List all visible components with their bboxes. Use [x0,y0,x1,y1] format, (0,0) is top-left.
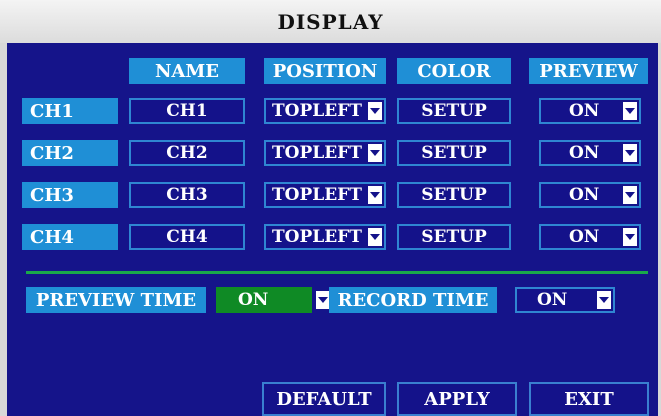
record-time-label: RECORD TIME [329,287,497,313]
chevron-down-icon [368,228,382,246]
preview-dropdown-ch1[interactable]: ON [539,98,641,124]
chevron-down-icon [623,228,637,246]
apply-button[interactable]: APPLY [397,382,517,416]
chevron-down-icon [316,291,330,309]
preview-value: ON [569,227,600,247]
color-setup-button-ch4[interactable]: SETUP [397,224,511,250]
position-dropdown-ch4[interactable]: TOPLEFT [264,224,386,250]
exit-button[interactable]: EXIT [529,382,649,416]
preview-dropdown-ch2[interactable]: ON [539,140,641,166]
preview-value: ON [569,185,600,205]
chevron-down-icon [368,102,382,120]
preview-time-dropdown[interactable]: ON [216,287,330,313]
position-value: TOPLEFT [272,227,362,247]
window-title: DISPLAY [0,0,661,43]
color-setup-button-ch3[interactable]: SETUP [397,182,511,208]
chevron-down-icon [623,144,637,162]
default-button[interactable]: DEFAULT [262,382,386,416]
channel-name-field-ch2[interactable]: CH2 [129,140,245,166]
chevron-down-icon [623,186,637,204]
color-setup-button-ch2[interactable]: SETUP [397,140,511,166]
chevron-down-icon [597,291,611,309]
position-dropdown-ch1[interactable]: TOPLEFT [264,98,386,124]
channel-label-ch4: CH4 [22,224,118,250]
preview-time-label: PREVIEW TIME [26,287,206,313]
channel-label-ch1: CH1 [22,98,118,124]
position-value: TOPLEFT [272,143,362,163]
channel-name-field-ch3[interactable]: CH3 [129,182,245,208]
record-time-value: ON [537,290,568,310]
position-dropdown-ch3[interactable]: TOPLEFT [264,182,386,208]
header-position: POSITION [264,58,386,84]
chevron-down-icon [368,186,382,204]
section-divider [26,271,648,274]
position-dropdown-ch2[interactable]: TOPLEFT [264,140,386,166]
preview-dropdown-ch3[interactable]: ON [539,182,641,208]
preview-value: ON [569,101,600,121]
preview-value: ON [569,143,600,163]
header-name: NAME [129,58,245,84]
preview-dropdown-ch4[interactable]: ON [539,224,641,250]
display-settings-window: DISPLAY NAME POSITION COLOR PREVIEW CH1 … [0,0,661,416]
header-color: COLOR [397,58,511,84]
channel-name-field-ch4[interactable]: CH4 [129,224,245,250]
position-value: TOPLEFT [272,101,362,121]
header-preview: PREVIEW [529,58,648,84]
chevron-down-icon [623,102,637,120]
record-time-dropdown[interactable]: ON [515,287,615,313]
channel-name-field-ch1[interactable]: CH1 [129,98,245,124]
preview-time-value: ON [238,290,269,310]
channel-label-ch2: CH2 [22,140,118,166]
chevron-down-icon [368,144,382,162]
color-setup-button-ch1[interactable]: SETUP [397,98,511,124]
channel-label-ch3: CH3 [22,182,118,208]
position-value: TOPLEFT [272,185,362,205]
